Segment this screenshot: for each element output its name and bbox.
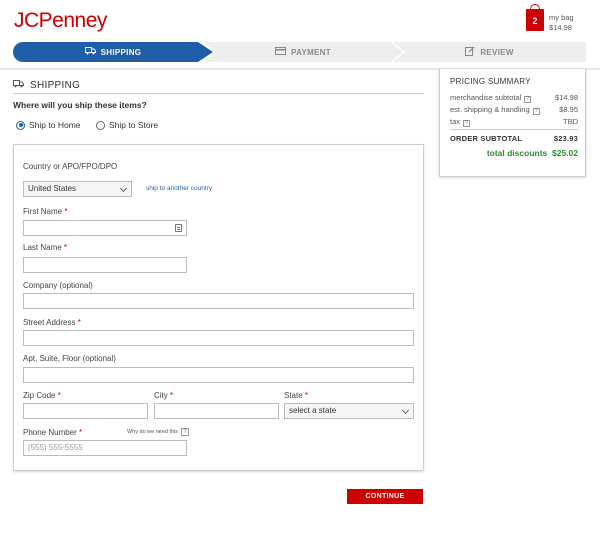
merch-value: $14.98 xyxy=(555,93,578,102)
section-title: SHIPPING xyxy=(13,80,80,91)
step-payment: PAYMENT xyxy=(203,42,403,62)
step-review-label: REVIEW xyxy=(480,47,514,57)
apt-input[interactable] xyxy=(23,367,414,383)
zip-label-text: Zip Code xyxy=(23,391,56,400)
edit-icon xyxy=(465,46,475,58)
section-divider xyxy=(13,93,424,94)
chevron-down-icon xyxy=(401,406,410,415)
step-payment-label: PAYMENT xyxy=(291,47,331,57)
city-input[interactable] xyxy=(154,403,279,419)
bag-label: my bag xyxy=(549,13,574,22)
country-select[interactable]: United States xyxy=(23,181,132,197)
shopping-bag-icon[interactable]: 2 xyxy=(526,4,544,31)
truck-icon xyxy=(84,47,96,57)
card-icon xyxy=(275,47,287,57)
city-label-text: City xyxy=(154,391,168,400)
total-discounts-row: total discounts $25.02 xyxy=(450,148,578,158)
required-mark: * xyxy=(79,428,83,437)
why-need-this-text: Why do we need this xyxy=(127,429,179,435)
street-label: Street Address * xyxy=(23,318,81,327)
last-name-input[interactable] xyxy=(23,257,187,273)
jcpenney-logo[interactable]: JCPenney xyxy=(14,9,107,33)
state-label: State * xyxy=(284,391,308,400)
zip-input[interactable] xyxy=(23,403,148,419)
radio-dot[interactable] xyxy=(96,120,105,130)
tax-label: tax xyxy=(450,117,461,126)
required-mark: * xyxy=(63,243,68,252)
step-review: REVIEW xyxy=(393,42,586,62)
subtotal-value: $23.93 xyxy=(553,134,578,143)
pricing-divider xyxy=(450,129,578,130)
first-name-label-text: First Name xyxy=(23,207,63,216)
pricing-title: PRICING SUMMARY xyxy=(450,77,531,86)
merch-subtotal-row: merchandise subtotal? $14.98 xyxy=(450,93,578,103)
order-subtotal-row: ORDER SUBTOTAL $23.93 xyxy=(450,134,578,143)
ship-label: est. shipping & handling xyxy=(450,105,530,114)
required-mark: * xyxy=(57,391,61,400)
apt-label: Apt, Suite, Floor (optional) xyxy=(23,354,116,363)
section-title-text: SHIPPING xyxy=(30,80,81,91)
help-icon[interactable]: ? xyxy=(532,108,540,115)
ship-to-another-country-link[interactable]: ship to another country xyxy=(146,185,212,192)
state-label-text: State xyxy=(284,391,303,400)
country-value: United States xyxy=(28,184,77,193)
chevron-down-icon xyxy=(119,184,128,193)
help-icon[interactable]: ? xyxy=(181,428,190,436)
ship-question: Where will you ship these items? xyxy=(13,100,147,110)
radio-store-label: Ship to Store xyxy=(109,120,159,130)
radio-dot-selected[interactable] xyxy=(16,120,25,130)
help-icon[interactable]: ? xyxy=(524,96,532,103)
help-icon[interactable]: ? xyxy=(463,120,471,127)
last-name-label-text: Last Name xyxy=(23,243,62,252)
phone-label: Phone Number * xyxy=(23,428,82,437)
tax-value: TBD xyxy=(563,117,578,126)
ship-value: $8.95 xyxy=(559,105,578,114)
continue-button[interactable]: CONTINUE xyxy=(347,489,423,504)
merch-label: merchandise subtotal xyxy=(450,93,522,102)
required-mark: * xyxy=(170,391,174,400)
first-name-input[interactable] xyxy=(23,220,187,236)
discount-label: total discounts xyxy=(486,148,548,158)
first-name-label: First Name * xyxy=(23,207,67,216)
radio-ship-to-home[interactable]: Ship to Home xyxy=(16,120,81,130)
step-shipping-label: SHIPPING xyxy=(100,47,142,57)
contact-card-icon[interactable] xyxy=(175,224,182,232)
shipping-row: est. shipping & handling? $8.95 xyxy=(450,105,578,115)
pricing-summary: PRICING SUMMARY merchandise subtotal? $1… xyxy=(439,69,586,177)
street-input[interactable] xyxy=(23,330,414,346)
state-placeholder: select a state xyxy=(289,406,337,415)
truck-icon xyxy=(13,80,24,91)
discount-value: $25.02 xyxy=(552,148,578,158)
zip-label: Zip Code * xyxy=(23,391,61,400)
phone-label-text: Phone Number xyxy=(23,428,77,437)
company-label: Company (optional) xyxy=(23,281,93,290)
checkout-steps: SHIPPING PAYMENT REVIEW xyxy=(13,42,586,62)
why-need-this[interactable]: Why do we need this ? xyxy=(127,428,190,436)
company-input[interactable] xyxy=(23,293,414,309)
state-select[interactable]: select a state xyxy=(284,403,414,419)
required-mark: * xyxy=(64,207,68,216)
bag-count: 2 xyxy=(532,16,538,26)
bag-total: $14.98 xyxy=(549,23,572,32)
required-mark: * xyxy=(304,391,309,400)
radio-ship-to-store[interactable]: Ship to Store xyxy=(96,120,158,130)
street-label-text: Street Address xyxy=(23,318,76,327)
tax-row: tax? TBD xyxy=(450,117,578,127)
last-name-label: Last Name * xyxy=(23,243,67,252)
subtotal-label: ORDER SUBTOTAL xyxy=(450,134,523,143)
radio-home-label: Ship to Home xyxy=(29,120,81,130)
country-label: Country or APO/FPO/DPO xyxy=(23,162,118,171)
step-shipping: SHIPPING xyxy=(13,42,213,62)
bag-summary[interactable]: my bag $14.98 xyxy=(549,13,574,33)
phone-input[interactable]: (555) 555-5555 xyxy=(23,440,187,456)
city-label: City * xyxy=(154,391,173,400)
required-mark: * xyxy=(77,318,81,327)
